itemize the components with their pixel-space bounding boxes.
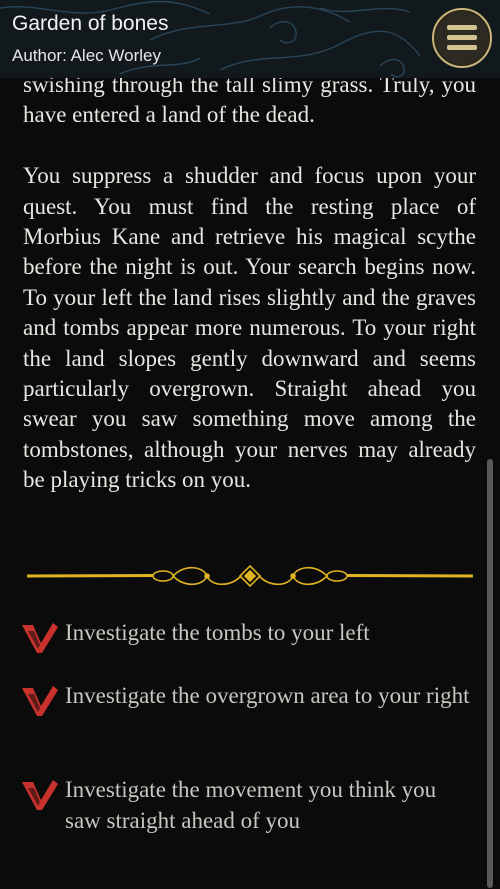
ornamental-divider	[27, 564, 473, 588]
choice-option-ahead[interactable]: Investigate the movement you think you s…	[20, 774, 480, 838]
choice-label: Investigate the movement you think you s…	[65, 777, 437, 833]
choice-marker-icon	[22, 623, 58, 653]
story-paragraph: swishing through the tall slimy grass. T…	[23, 72, 476, 128]
story-paragraph: You suppress a shudder and focus upon yo…	[23, 163, 476, 493]
choice-marker-icon	[22, 686, 58, 716]
scrollbar-thumb[interactable]	[487, 459, 493, 888]
hamburger-menu-button[interactable]	[432, 8, 492, 68]
choice-label: Investigate the tombs to your left	[65, 620, 370, 645]
choice-option-left[interactable]: Investigate the tombs to your left	[20, 617, 480, 657]
story-text: swishing through the tall slimy grass. T…	[23, 70, 476, 496]
book-author: Author: Alec Worley	[12, 46, 161, 65]
choice-marker-icon	[22, 780, 58, 810]
app-header: Garden of bones Author: Alec Worley	[0, 0, 500, 78]
choice-option-right[interactable]: Investigate the overgrown area to your r…	[20, 680, 480, 744]
choice-label: Investigate the overgrown area to your r…	[65, 683, 470, 708]
book-title: Garden of bones	[12, 12, 169, 35]
